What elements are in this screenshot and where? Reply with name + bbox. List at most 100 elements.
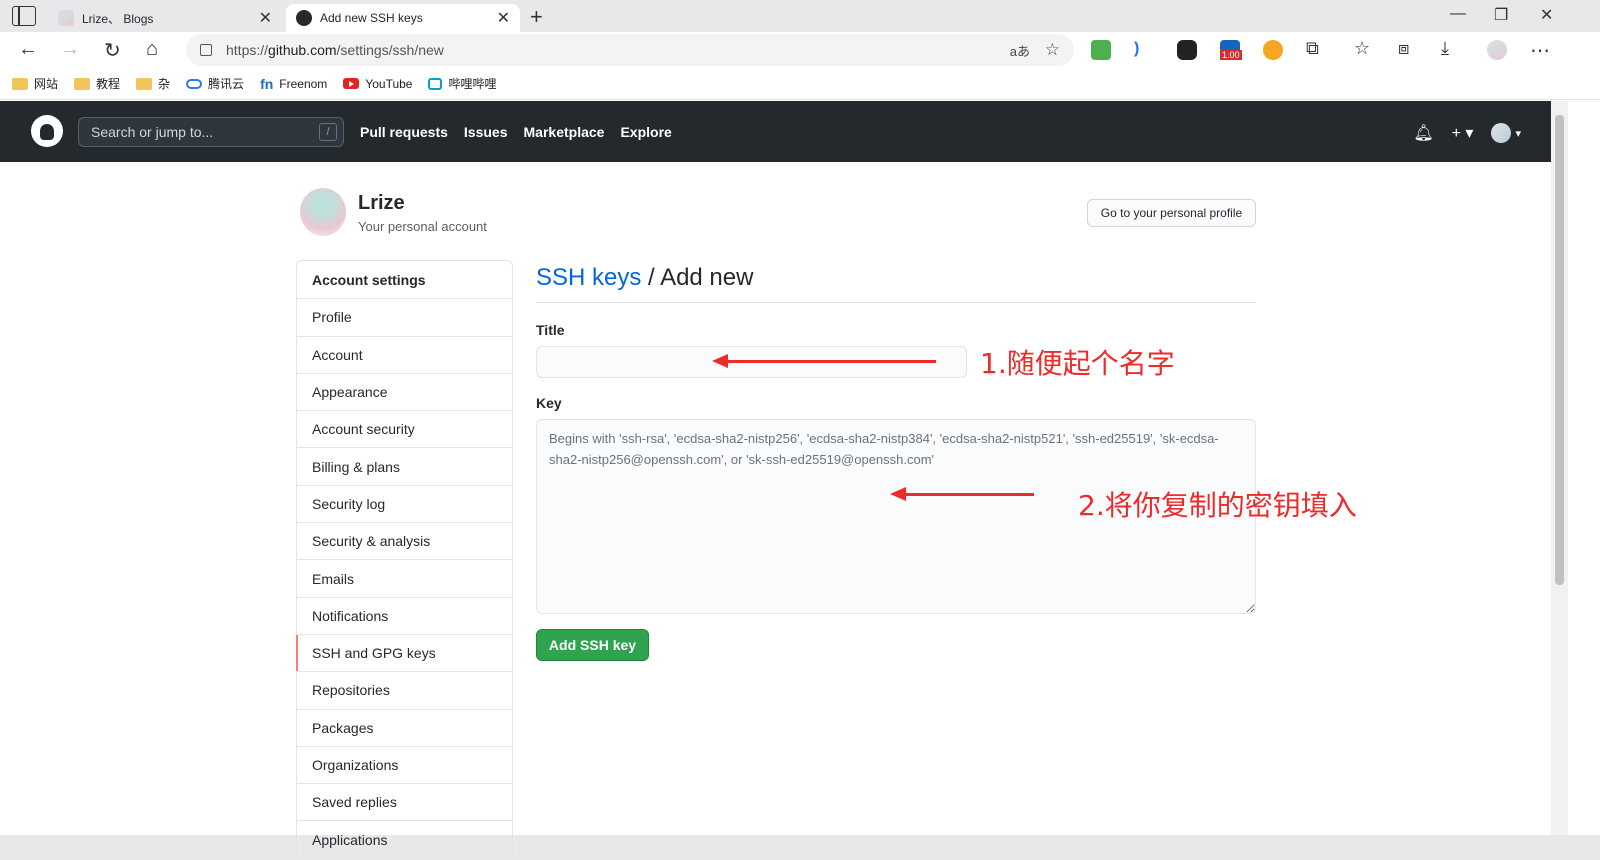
key-label: Key (536, 395, 562, 411)
tab-actions-icon[interactable] (12, 6, 36, 26)
nav-issues[interactable]: Issues (464, 124, 508, 140)
sidebar-item-emails[interactable]: Emails (297, 559, 512, 596)
read-aloud-icon[interactable]: aあ (1010, 41, 1030, 60)
annotation-step-1: 1.随便起个名字 (980, 347, 1175, 380)
sidebar-item-billing[interactable]: Billing & plans (297, 447, 512, 484)
folder-icon (12, 77, 28, 90)
tab-title: Add new SSH keys (320, 11, 423, 25)
nav-marketplace[interactable]: Marketplace (524, 124, 605, 140)
settings-sidebar: Account settings Profile Account Appeara… (296, 260, 513, 858)
page-title: SSH keys / Add new (536, 264, 1256, 303)
collections-icon[interactable]: ⧈ (1398, 38, 1409, 59)
sidebar-item-account[interactable]: Account (297, 335, 512, 373)
address-bar[interactable]: https://github.com/settings/ssh/new aあ ☆ (186, 34, 1074, 66)
browser-tabstrip: Lrize、 Blogs ✕ Add new SSH keys ✕ + — ❐ … (0, 0, 1600, 32)
bookmark-label: 哔哩哔哩 (448, 77, 497, 91)
annotation-step-2: 2.将你复制的密钥填入 (1078, 489, 1357, 522)
refresh-icon[interactable]: ↻ (104, 38, 121, 63)
close-tab-icon[interactable]: ✕ (259, 8, 272, 28)
extensions-icon[interactable]: ⧉ (1306, 38, 1319, 59)
avatar[interactable] (300, 188, 346, 236)
tab-blogs[interactable]: Lrize、 Blogs ✕ (48, 4, 282, 32)
sidebar-heading: Account settings (312, 271, 426, 288)
bookmark-item[interactable]: 网站 (12, 75, 58, 92)
annotation-arrow-key (890, 487, 1034, 501)
restore-icon[interactable]: ❐ (1494, 5, 1508, 25)
minimize-icon[interactable]: — (1450, 5, 1466, 23)
annotation-arrow-title (712, 354, 936, 368)
page-scrollbar[interactable] (1551, 101, 1568, 835)
sidebar-item-saved-replies[interactable]: Saved replies (297, 783, 512, 820)
favorites-icon[interactable]: ☆ (1354, 38, 1370, 59)
bookmark-label: 教程 (96, 77, 121, 91)
bookmark-label: 杂 (158, 77, 171, 91)
bookmark-label: 网站 (34, 77, 59, 91)
sidebar-item-packages[interactable]: Packages (297, 708, 512, 746)
close-window-icon[interactable]: ✕ (1540, 5, 1553, 25)
youtube-icon (343, 78, 360, 89)
new-tab-icon[interactable]: + (530, 4, 543, 30)
back-icon[interactable]: ← (18, 38, 38, 61)
search-shortcut-badge: / (319, 123, 337, 141)
url-path: /settings/ssh/new (336, 42, 444, 58)
search-input[interactable]: Search or jump to... / (78, 117, 344, 147)
bookmark-label: 腾讯云 (208, 77, 245, 91)
sidebar-item-security-log[interactable]: Security log (297, 484, 512, 522)
create-new-plus-icon[interactable]: + ▾ (1452, 123, 1474, 143)
sidebar-item-repositories[interactable]: Repositories (297, 671, 512, 708)
sidebar-item-organizations[interactable]: Organizations (297, 745, 512, 783)
folder-icon (74, 77, 91, 90)
nav-pull-requests[interactable]: Pull requests (360, 124, 448, 140)
bookmark-label: YouTube (365, 76, 413, 91)
sidebar-item-account-security[interactable]: Account security (297, 410, 512, 447)
bookmarks-bar: 网站 教程 杂 腾讯云 fn Freenom YouTube 哔哩哔哩 (0, 68, 1600, 100)
breadcrumb-ssh-keys-link[interactable]: SSH keys (536, 264, 641, 291)
bookmark-item[interactable]: 教程 (74, 75, 120, 92)
bookmark-item[interactable]: fn Freenom (260, 76, 327, 92)
sidebar-item-security-analysis[interactable]: Security & analysis (297, 522, 512, 559)
cloud-icon (186, 78, 203, 89)
sidebar-item-appearance[interactable]: Appearance (297, 372, 512, 410)
breadcrumb-separator: / (641, 264, 661, 291)
go-to-profile-button[interactable]: Go to your personal profile (1087, 199, 1256, 227)
breadcrumb-current: Add new (660, 264, 754, 291)
close-tab-icon[interactable]: ✕ (497, 8, 510, 28)
bilibili-icon (428, 77, 443, 90)
more-icon[interactable]: ⋯ (1530, 38, 1550, 63)
bookmark-item[interactable]: 杂 (136, 75, 170, 92)
sidebar-item-notifications[interactable]: Notifications (297, 596, 512, 634)
bookmark-item[interactable]: YouTube (343, 77, 412, 91)
bookmark-label: Freenom (279, 76, 328, 91)
user-name: Lrize (358, 192, 405, 214)
lock-icon[interactable] (200, 44, 212, 56)
sidebar-item-ssh-gpg-keys[interactable]: SSH and GPG keys (296, 633, 512, 672)
add-favorite-icon[interactable]: ☆ (1045, 40, 1060, 60)
sidebar-item-applications[interactable]: Applications (297, 820, 512, 857)
header-nav: Pull requests Issues Marketplace Explore (360, 124, 672, 140)
blog-favicon-icon (58, 10, 74, 26)
forward-icon[interactable]: → (60, 38, 80, 61)
downloads-icon[interactable]: ⤓ (1441, 38, 1449, 59)
github-logo-icon[interactable] (31, 115, 63, 147)
wifi-extension-icon[interactable]: ) (1134, 40, 1154, 60)
speed-extension-icon[interactable]: 1.00 (1220, 40, 1242, 60)
dark-extension-icon[interactable] (1177, 40, 1197, 60)
fn-icon: fn (260, 75, 274, 92)
qr-extension-icon[interactable] (1091, 40, 1111, 60)
search-placeholder: Search or jump to... (91, 124, 214, 140)
bookmark-item[interactable]: 腾讯云 (186, 75, 244, 92)
owl-extension-icon[interactable] (1263, 40, 1283, 60)
profile-avatar-icon[interactable] (1487, 40, 1507, 60)
tab-title: Lrize、 Blogs (82, 11, 154, 26)
account-type-label: Your personal account (358, 219, 487, 234)
home-icon[interactable]: ⌂ (146, 38, 158, 61)
scrollbar-thumb[interactable] (1555, 115, 1564, 585)
sidebar-item-profile[interactable]: Profile (297, 298, 512, 335)
notifications-bell-icon[interactable]: 🔔︎ (1413, 123, 1433, 143)
url-prefix: https:// (226, 42, 269, 58)
tab-add-ssh-keys[interactable]: Add new SSH keys ✕ (286, 4, 520, 32)
add-ssh-key-button[interactable]: Add SSH key (536, 629, 649, 661)
bookmark-item[interactable]: 哔哩哔哩 (428, 75, 496, 92)
user-menu[interactable]: ▾ (1491, 123, 1521, 143)
nav-explore[interactable]: Explore (620, 124, 671, 140)
